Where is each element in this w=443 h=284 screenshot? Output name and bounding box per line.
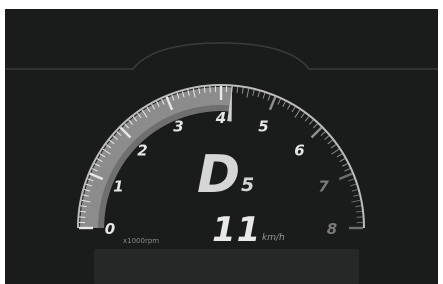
gauge-tick [308, 119, 314, 125]
gauge-tick [336, 153, 343, 158]
top-panel-outline [5, 42, 438, 70]
instrument-cluster: 0 12 3 4 5 67 8 x1000rpm D 5 11 km/h [5, 9, 438, 284]
gauge-tick [339, 158, 346, 162]
gauge-tick [350, 183, 357, 187]
gauge-tick [304, 116, 310, 122]
gauge-tick [351, 199, 361, 203]
gauge-tick [268, 96, 277, 111]
gauge-tick [344, 168, 351, 172]
gauge-tick [294, 109, 301, 118]
gauge-tick [324, 135, 330, 141]
gauge-tick [236, 86, 239, 94]
gauge-tick [327, 139, 333, 145]
gauge-tick [330, 144, 337, 149]
rpm-label-3: 3 [173, 117, 183, 135]
gauge-tick [355, 205, 362, 208]
speed-readout: 11 [212, 210, 262, 250]
gauge-tick [203, 86, 206, 94]
speed-unit-label: km/h [262, 233, 285, 243]
rpm-unit-label: x1000rpm [123, 237, 160, 245]
gauge-tick [312, 123, 318, 129]
gauge-tick [277, 98, 281, 105]
gauge-tick [246, 88, 250, 98]
gauge-tick [351, 188, 358, 192]
gauge-tick [355, 210, 363, 213]
gauge-tick [338, 172, 353, 181]
gauge-tick [300, 112, 305, 119]
rpm-label-1: 1 [113, 178, 123, 196]
rpm-label-2: 2 [137, 142, 147, 160]
gauge-tick [310, 126, 323, 139]
rpm-label-7: 7 [318, 178, 329, 196]
gauge-tick [262, 92, 266, 99]
screenshot-frame: 0 12 3 4 5 67 8 x1000rpm D 5 11 km/h [0, 0, 443, 284]
gauge-tick [267, 94, 271, 101]
rpm-label-4: 4 [215, 109, 226, 127]
gauge-tick [291, 106, 296, 113]
info-display-panel [94, 249, 359, 284]
gauge-tick [341, 163, 348, 167]
gauge-tick [353, 194, 360, 197]
rpm-label-6: 6 [294, 142, 304, 160]
gauge-tick [331, 148, 340, 155]
gauge-tick [282, 101, 286, 108]
gear-number: 5 [241, 174, 255, 196]
gauge-tick [348, 178, 355, 182]
rpm-label-0: 0 [105, 220, 115, 238]
gauge-tick [79, 210, 87, 213]
gauge-tick [287, 103, 291, 110]
gauge-tick [241, 87, 244, 94]
rpm-label-5: 5 [258, 117, 268, 135]
rpm-label-8: 8 [327, 220, 337, 238]
gauge-tick [257, 91, 261, 98]
gear-indicator: D [197, 145, 240, 205]
gauge-tick [252, 89, 255, 96]
gauge-tick [320, 131, 326, 137]
